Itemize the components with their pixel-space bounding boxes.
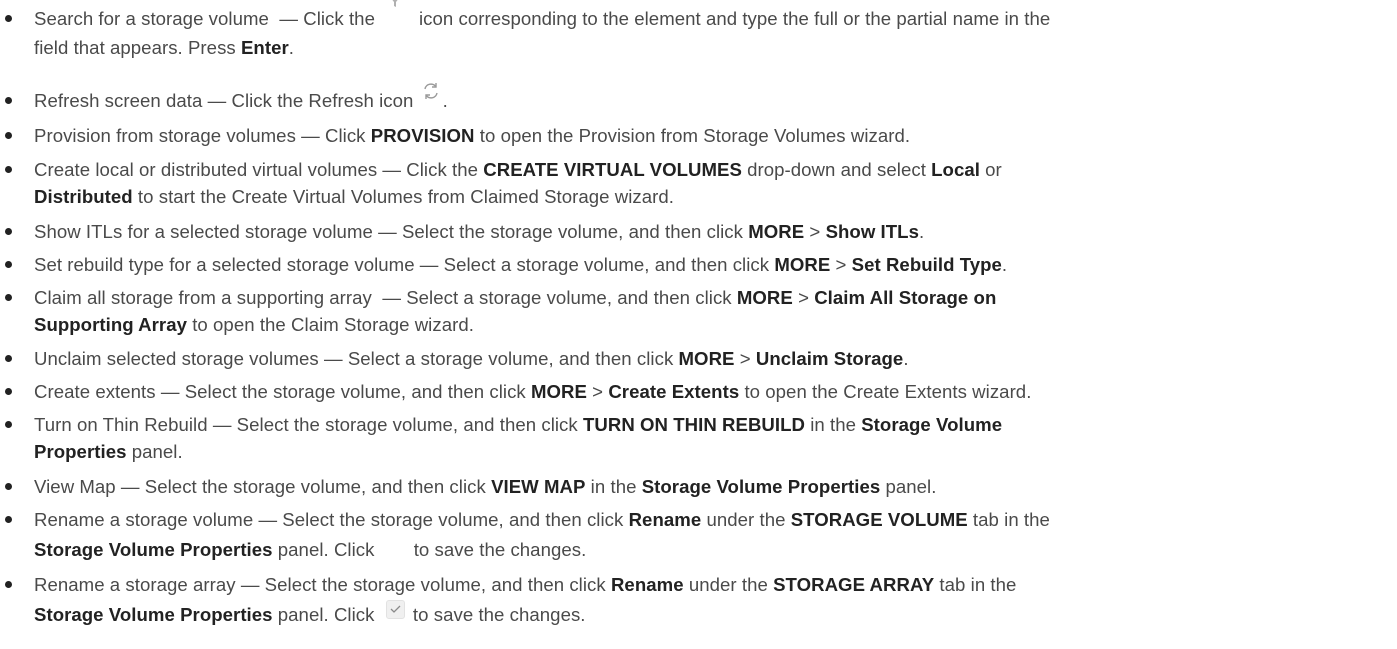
list-item-line: Storage Volume Properties panel. Click t… — [34, 539, 587, 561]
list-item-line: Turn on Thin Rebuild — Select the storag… — [34, 414, 1003, 435]
bullet-icon — [5, 15, 12, 22]
bullet-icon — [5, 516, 12, 523]
bullet-icon — [5, 421, 12, 428]
list-item-line: Set rebuild type for a selected storage … — [34, 254, 1008, 275]
bullet-icon — [5, 355, 12, 362]
list-item-line: Distributed to start the Create Virtual … — [34, 186, 675, 207]
bullet-icon — [5, 294, 12, 301]
refresh-icon — [419, 83, 443, 112]
save-check-icon — [380, 539, 414, 561]
list-item-line: Create local or distributed virtual volu… — [34, 159, 1002, 180]
list-item-line: Properties panel. — [34, 441, 183, 462]
bullet-icon — [5, 388, 12, 395]
list-item-line: Search for a storage volume — Click the i… — [34, 0, 1050, 30]
list-item-line: View Map — Select the storage volume, an… — [34, 476, 937, 497]
list-item-line: Rename a storage volume — Select the sto… — [34, 509, 1050, 530]
list-item-line: Show ITLs for a selected storage volume … — [34, 221, 925, 242]
bullet-icon — [5, 261, 12, 268]
list-item-line: Storage Volume Properties panel. Click t… — [34, 600, 586, 626]
list-item-line: Supporting Array to open the Claim Stora… — [34, 314, 474, 335]
bullet-icon — [5, 581, 12, 588]
list-item-line: field that appears. Press Enter. — [34, 37, 294, 58]
filter-icon — [375, 0, 419, 30]
list-item-line: Refresh screen data — Click the Refresh … — [34, 83, 448, 112]
bullet-icon — [5, 166, 12, 173]
list-item-line: Provision from storage volumes — Click P… — [34, 125, 911, 146]
bullet-icon — [5, 97, 12, 104]
bullet-icon — [5, 228, 12, 235]
list-item-line: Rename a storage array — Select the stor… — [34, 574, 1017, 595]
check-icon — [380, 600, 408, 626]
list-item-line: Create extents — Select the storage volu… — [34, 381, 1032, 402]
list-item-line: Unclaim selected storage volumes — Selec… — [34, 348, 909, 369]
bullet-icon — [5, 483, 12, 490]
list-item-line: Claim all storage from a supporting arra… — [34, 287, 997, 308]
bullet-icon — [5, 132, 12, 139]
